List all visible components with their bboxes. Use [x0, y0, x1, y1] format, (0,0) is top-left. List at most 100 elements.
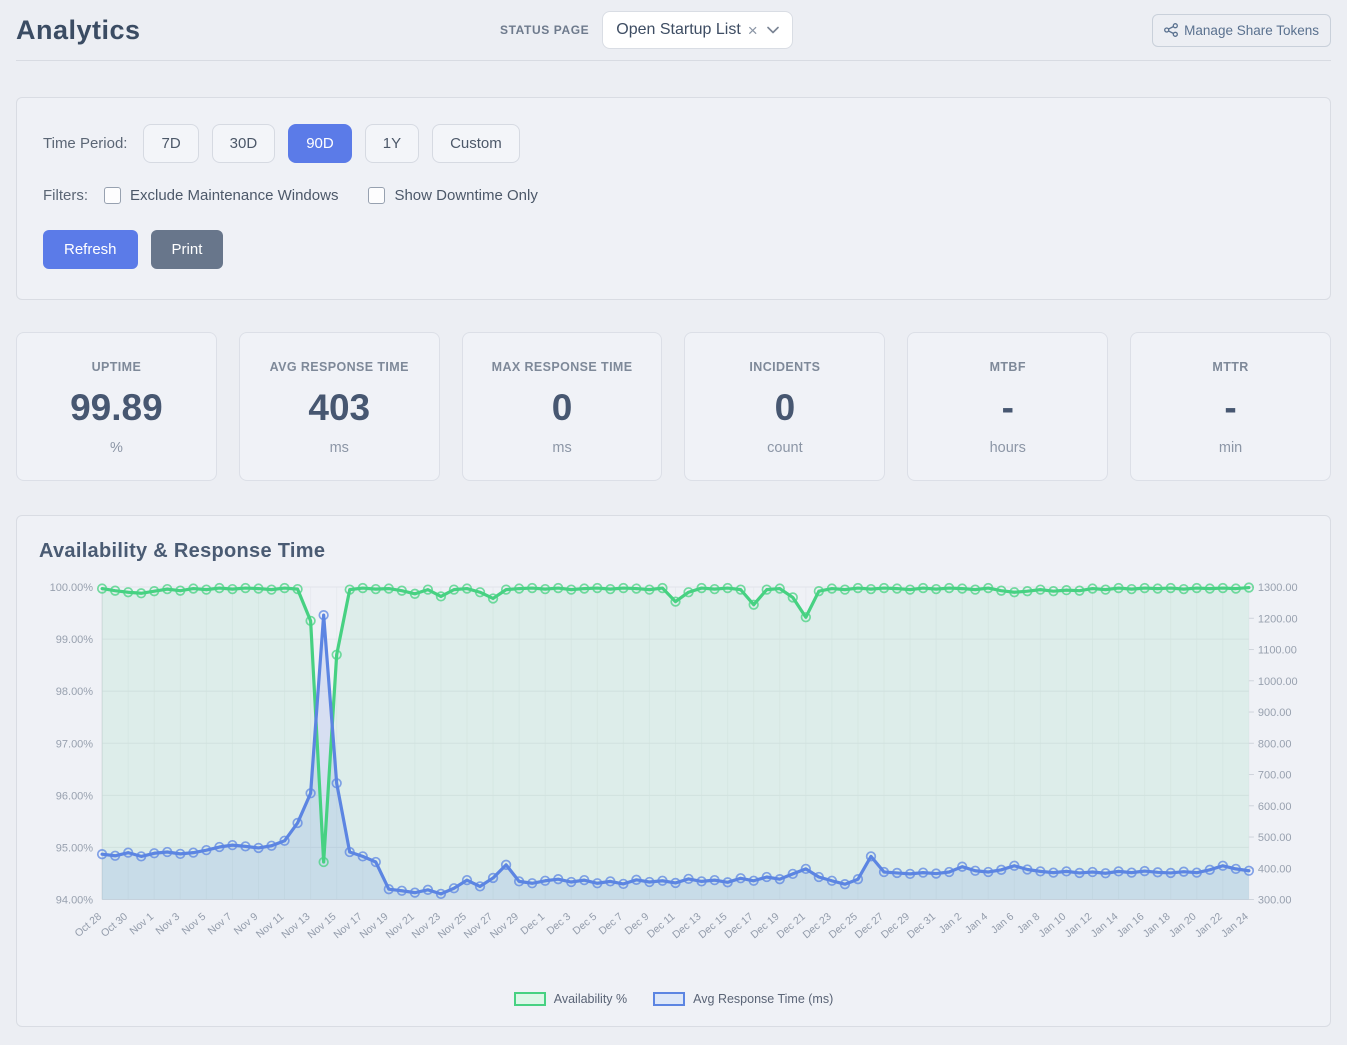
refresh-button[interactable]: Refresh	[43, 230, 138, 269]
svg-text:Dec 19: Dec 19	[748, 911, 781, 942]
exclude-maintenance-option[interactable]: Exclude Maintenance Windows	[104, 187, 338, 204]
svg-text:1100.00: 1100.00	[1258, 645, 1297, 657]
stat-value: 99.89	[25, 387, 208, 429]
svg-text:Jan 20: Jan 20	[1167, 911, 1199, 941]
stat-value: -	[1139, 387, 1322, 429]
time-period-row: Time Period: 7D 30D 90D 1Y Custom	[43, 124, 1304, 163]
svg-text:Jan 10: Jan 10	[1037, 911, 1069, 941]
svg-text:Jan 6: Jan 6	[989, 911, 1017, 937]
print-button[interactable]: Print	[151, 230, 224, 269]
status-page-select[interactable]: Open Startup List ×	[602, 11, 792, 49]
time-period-custom-button[interactable]: Custom	[432, 124, 520, 163]
svg-text:800.00: 800.00	[1258, 738, 1292, 750]
chart-title: Availability & Response Time	[39, 540, 1308, 563]
svg-text:900.00: 900.00	[1258, 707, 1292, 719]
stat-card-incidents: INCIDENTS 0 count	[684, 332, 885, 481]
stat-title: MTTR	[1139, 360, 1322, 374]
stat-value: -	[916, 387, 1099, 429]
svg-text:Nov 1: Nov 1	[127, 911, 156, 938]
svg-text:Jan 22: Jan 22	[1193, 911, 1225, 941]
page: Analytics STATUS PAGE Open Startup List …	[0, 0, 1347, 1045]
svg-text:Dec 25: Dec 25	[827, 911, 860, 942]
svg-text:Jan 16: Jan 16	[1115, 911, 1147, 941]
time-period-90d-button[interactable]: 90D	[288, 124, 352, 163]
stat-card-uptime: UPTIME 99.89 %	[16, 332, 217, 481]
svg-text:Dec 7: Dec 7	[597, 911, 626, 938]
svg-text:Oct 30: Oct 30	[99, 911, 131, 940]
svg-text:Nov 5: Nov 5	[180, 911, 209, 938]
availability-chart-canvas: 100.00%99.00%98.00%97.00%96.00%95.00%94.…	[39, 571, 1308, 992]
svg-text:Nov 13: Nov 13	[279, 911, 312, 942]
stat-title: AVG RESPONSE TIME	[248, 360, 431, 374]
svg-text:1300.00: 1300.00	[1258, 582, 1298, 594]
svg-text:700.00: 700.00	[1258, 770, 1292, 782]
svg-text:Nov 3: Nov 3	[153, 911, 182, 938]
stat-unit: ms	[471, 440, 654, 456]
manage-share-tokens-button[interactable]: Manage Share Tokens	[1152, 14, 1331, 47]
svg-text:Dec 17: Dec 17	[722, 911, 755, 942]
clear-selection-icon[interactable]: ×	[748, 22, 758, 39]
status-page-label: STATUS PAGE	[500, 23, 589, 37]
svg-text:97.00%: 97.00%	[56, 738, 94, 750]
svg-text:Jan 24: Jan 24	[1219, 911, 1251, 941]
exclude-maintenance-checkbox[interactable]	[104, 187, 121, 204]
stat-title: INCIDENTS	[693, 360, 876, 374]
stat-card-avg-response: AVG RESPONSE TIME 403 ms	[239, 332, 440, 481]
svg-text:96.00%: 96.00%	[56, 790, 94, 802]
svg-text:Dec 5: Dec 5	[571, 911, 600, 938]
svg-text:Dec 29: Dec 29	[879, 911, 912, 942]
svg-text:Dec 21: Dec 21	[775, 911, 808, 942]
svg-text:Jan 14: Jan 14	[1089, 911, 1121, 941]
svg-text:Dec 27: Dec 27	[853, 911, 886, 942]
time-period-buttons: 7D 30D 90D 1Y Custom	[143, 124, 519, 163]
legend-label: Availability %	[554, 992, 627, 1006]
chart-legend: Availability % Avg Response Time (ms)	[39, 992, 1308, 1018]
svg-text:95.00%: 95.00%	[56, 842, 94, 854]
filters-label: Filters:	[43, 187, 88, 204]
actions-row: Refresh Print	[43, 230, 1304, 269]
svg-text:100.00%: 100.00%	[50, 582, 94, 594]
svg-text:Dec 23: Dec 23	[801, 911, 834, 942]
stat-unit: hours	[916, 440, 1099, 456]
filter-panel: Time Period: 7D 30D 90D 1Y Custom Filter…	[16, 97, 1331, 300]
response-time-swatch	[653, 992, 685, 1006]
manage-share-tokens-label: Manage Share Tokens	[1184, 23, 1319, 38]
svg-text:Jan 2: Jan 2	[937, 911, 965, 937]
show-downtime-checkbox[interactable]	[368, 187, 385, 204]
svg-text:Jan 18: Jan 18	[1141, 911, 1173, 941]
header: Analytics STATUS PAGE Open Startup List …	[16, 0, 1331, 61]
svg-text:Nov 27: Nov 27	[462, 911, 495, 942]
svg-text:Dec 1: Dec 1	[518, 911, 547, 938]
svg-text:Oct 28: Oct 28	[73, 911, 105, 940]
svg-text:94.00%: 94.00%	[56, 895, 94, 907]
svg-text:Nov 7: Nov 7	[206, 911, 235, 938]
stat-unit: count	[693, 440, 876, 456]
time-period-30d-button[interactable]: 30D	[212, 124, 276, 163]
legend-label: Avg Response Time (ms)	[693, 992, 833, 1006]
time-period-label: Time Period:	[43, 135, 127, 152]
show-downtime-option[interactable]: Show Downtime Only	[368, 187, 537, 204]
time-period-1y-button[interactable]: 1Y	[365, 124, 419, 163]
legend-item-response-time: Avg Response Time (ms)	[653, 992, 833, 1006]
svg-text:Dec 3: Dec 3	[544, 911, 573, 938]
stat-card-max-response: MAX RESPONSE TIME 0 ms	[462, 332, 663, 481]
svg-text:Nov 19: Nov 19	[358, 911, 391, 942]
status-page-group: STATUS PAGE Open Startup List ×	[500, 11, 793, 49]
exclude-maintenance-label: Exclude Maintenance Windows	[130, 187, 338, 204]
stat-unit: min	[1139, 440, 1322, 456]
time-period-7d-button[interactable]: 7D	[143, 124, 198, 163]
status-page-selected-value: Open Startup List	[616, 21, 741, 39]
availability-chart: 100.00%99.00%98.00%97.00%96.00%95.00%94.…	[39, 571, 1308, 992]
show-downtime-label: Show Downtime Only	[394, 187, 537, 204]
legend-item-availability: Availability %	[514, 992, 627, 1006]
share-icon	[1164, 23, 1178, 37]
stats-row: UPTIME 99.89 % AVG RESPONSE TIME 403 ms …	[16, 332, 1331, 481]
svg-text:300.00: 300.00	[1258, 895, 1292, 907]
stat-title: MAX RESPONSE TIME	[471, 360, 654, 374]
stat-unit: ms	[248, 440, 431, 456]
stat-value: 403	[248, 387, 431, 429]
availability-swatch	[514, 992, 546, 1006]
stat-value: 0	[471, 387, 654, 429]
svg-text:Nov 25: Nov 25	[436, 911, 469, 942]
svg-text:Jan 4: Jan 4	[963, 911, 991, 937]
